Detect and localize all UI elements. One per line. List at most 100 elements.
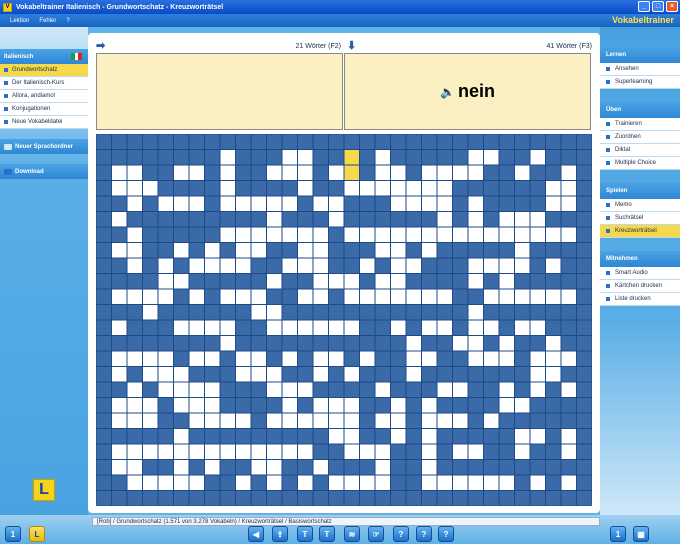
grid-cell[interactable] — [313, 475, 329, 491]
grid-cell[interactable] — [375, 444, 391, 460]
grid-cell[interactable] — [112, 336, 127, 351]
grid-cell[interactable] — [267, 289, 282, 305]
grid-cell[interactable] — [344, 336, 360, 351]
arrow-down-icon[interactable]: ⬇ — [347, 41, 357, 52]
grid-cell[interactable] — [174, 134, 189, 150]
grid-cell[interactable] — [112, 289, 127, 305]
grid-cell[interactable] — [189, 165, 205, 181]
grid-cell[interactable] — [437, 212, 453, 227]
grid-cell[interactable] — [220, 196, 236, 212]
grid-cell[interactable] — [143, 227, 158, 243]
grid-cell[interactable] — [220, 320, 236, 336]
grid-cell[interactable] — [174, 289, 189, 305]
grid-cell[interactable] — [561, 212, 577, 227]
grid-cell[interactable] — [127, 398, 143, 413]
grid-cell[interactable] — [468, 258, 484, 274]
grid-cell[interactable] — [530, 196, 546, 212]
grid-cell[interactable] — [484, 134, 499, 150]
grid-cell[interactable] — [577, 274, 592, 289]
grid-cell[interactable] — [453, 274, 468, 289]
grid-cell[interactable] — [112, 212, 127, 227]
grid-cell[interactable] — [344, 367, 360, 382]
grid-cell[interactable] — [422, 227, 437, 243]
grid-cell[interactable] — [484, 398, 499, 413]
grid-cell[interactable] — [143, 134, 158, 150]
grid-cell[interactable] — [577, 398, 592, 413]
grid-cell[interactable] — [282, 367, 298, 382]
new-language-folder-button[interactable]: Neuer Sprachordner — [0, 139, 88, 154]
grid-cell[interactable] — [344, 398, 360, 413]
grid-cell[interactable] — [189, 475, 205, 491]
grid-cell[interactable] — [453, 150, 468, 165]
grid-cell[interactable] — [329, 460, 344, 475]
grid-cell[interactable] — [282, 243, 298, 258]
grid-cell[interactable] — [561, 491, 577, 506]
grid-cell[interactable] — [344, 320, 360, 336]
sidebar-item[interactable]: Grundwortschatz — [0, 64, 88, 77]
grid-cell[interactable] — [437, 475, 453, 491]
grid-cell[interactable] — [406, 429, 422, 444]
menu-item[interactable]: Memo — [600, 199, 680, 212]
grid-cell[interactable] — [282, 429, 298, 444]
grid-cell[interactable] — [267, 320, 282, 336]
grid-cell[interactable] — [453, 491, 468, 506]
grid-cell[interactable] — [251, 351, 267, 367]
grid-cell[interactable] — [360, 243, 375, 258]
grid-cell[interactable] — [127, 196, 143, 212]
grid-cell[interactable] — [143, 491, 158, 506]
grid-cell[interactable] — [143, 181, 158, 196]
grid-cell[interactable] — [561, 165, 577, 181]
grid-cell[interactable] — [422, 196, 437, 212]
grid-cell[interactable] — [174, 491, 189, 506]
grid-cell[interactable] — [530, 475, 546, 491]
grid-cell[interactable] — [313, 289, 329, 305]
grid-cell[interactable] — [329, 336, 344, 351]
grid-cell[interactable] — [158, 227, 174, 243]
grid-cell[interactable] — [375, 367, 391, 382]
sidebar-item[interactable]: Allora, andiamo! — [0, 90, 88, 103]
grid-cell[interactable] — [530, 150, 546, 165]
grid-cell[interactable] — [158, 460, 174, 475]
toolbar-button[interactable]: T — [297, 526, 313, 542]
grid-cell[interactable] — [313, 258, 329, 274]
grid-cell[interactable] — [515, 212, 530, 227]
grid-cell[interactable] — [561, 305, 577, 320]
grid-cell[interactable] — [391, 429, 406, 444]
toolbar-button[interactable]: 1 — [610, 526, 626, 542]
grid-cell[interactable] — [468, 382, 484, 398]
grid-cell[interactable] — [561, 274, 577, 289]
grid-cell[interactable] — [143, 382, 158, 398]
grid-cell[interactable] — [484, 181, 499, 196]
grid-cell[interactable] — [515, 460, 530, 475]
grid-cell[interactable] — [422, 305, 437, 320]
grid-cell[interactable] — [577, 196, 592, 212]
grid-cell[interactable] — [530, 398, 546, 413]
grid-cell[interactable] — [577, 460, 592, 475]
grid-cell[interactable] — [220, 227, 236, 243]
grid-cell[interactable] — [127, 320, 143, 336]
grid-cell[interactable] — [360, 227, 375, 243]
grid-cell[interactable] — [391, 413, 406, 429]
grid-cell[interactable] — [484, 150, 499, 165]
grid-cell[interactable] — [515, 398, 530, 413]
grid-cell[interactable] — [205, 134, 220, 150]
grid-cell[interactable] — [530, 134, 546, 150]
grid-cell[interactable] — [499, 196, 515, 212]
grid-cell[interactable] — [561, 429, 577, 444]
grid-cell[interactable] — [530, 444, 546, 460]
grid-cell[interactable] — [158, 367, 174, 382]
grid-cell[interactable] — [391, 336, 406, 351]
grid-cell[interactable] — [577, 491, 592, 506]
grid-cell[interactable] — [189, 398, 205, 413]
grid-cell[interactable] — [422, 181, 437, 196]
grid-cell[interactable] — [282, 460, 298, 475]
grid-cell[interactable] — [406, 398, 422, 413]
grid-cell[interactable] — [112, 491, 127, 506]
grid-cell[interactable] — [515, 429, 530, 444]
across-count[interactable]: 21 Wörter (F2) — [295, 43, 341, 50]
grid-cell[interactable] — [267, 413, 282, 429]
grid-cell[interactable] — [375, 336, 391, 351]
grid-cell[interactable] — [282, 444, 298, 460]
grid-cell[interactable] — [220, 460, 236, 475]
grid-cell[interactable] — [360, 196, 375, 212]
